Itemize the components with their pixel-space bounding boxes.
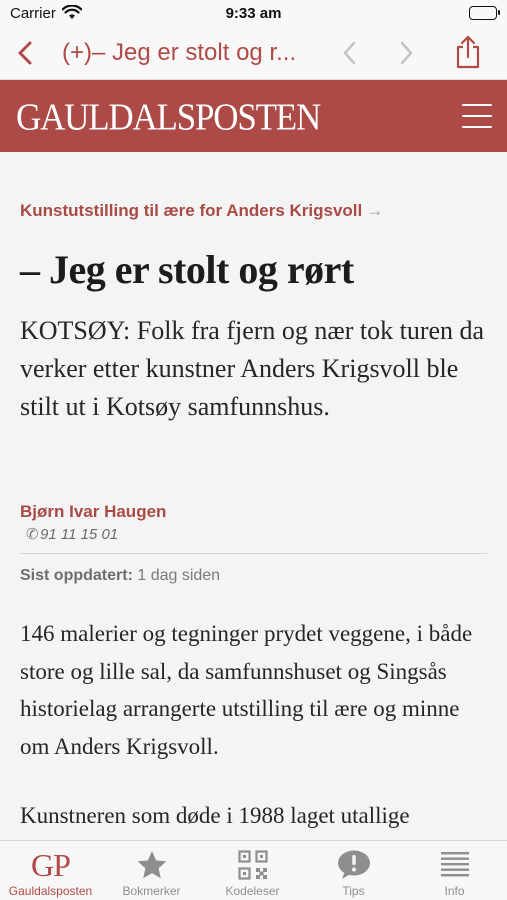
article-paragraph: Kunstneren som døde i 1988 laget utallig… (20, 803, 410, 828)
article-paragraph: 146 malerier og tegninger prydet veggene… (20, 621, 473, 759)
status-bar: Carrier 9:33 am (0, 0, 507, 28)
share-icon[interactable] (452, 34, 484, 70)
kicker-text: Kunstutstilling til ære for Anders Krigs… (20, 201, 363, 220)
tab-kodeleser[interactable]: Kodeleser (202, 841, 303, 900)
last-updated: Sist oppdatert: 1 dag siden (20, 567, 220, 585)
article-content[interactable]: Kunstutstilling til ære for Anders Krigs… (0, 152, 507, 840)
tab-label: Kodeleser (225, 884, 280, 898)
navigation-bar: (+)– Jeg er stolt og r... (0, 28, 507, 80)
article-headline: – Jeg er stolt og rørt (20, 247, 354, 292)
back-chevron-icon[interactable] (12, 38, 40, 68)
gp-logo-icon: GP (31, 847, 71, 883)
list-icon (440, 852, 469, 877)
qr-code-icon (237, 850, 268, 880)
star-icon (137, 851, 166, 879)
arrow-right-icon: → (366, 201, 384, 220)
tab-label: Gauldalsposten (8, 884, 93, 898)
previous-article-icon[interactable] (338, 38, 362, 68)
clock: 9:33 am (225, 5, 282, 22)
tab-bar: GP Gauldalsposten Bokmerker Kodeleser Ti… (0, 840, 507, 900)
tab-gauldalsposten[interactable]: GP Gauldalsposten (0, 841, 101, 900)
tab-label: Bokmerker (122, 884, 181, 898)
tab-bokmerker[interactable]: Bokmerker (101, 841, 202, 900)
tab-label: Info (444, 884, 465, 898)
author-name[interactable]: Bjørn Ivar Haugen (20, 502, 166, 522)
updated-label: Sist oppdatert: (20, 567, 133, 584)
speech-bubble-icon (337, 850, 370, 879)
next-article-icon[interactable] (394, 38, 418, 68)
hamburger-menu-icon[interactable] (462, 104, 492, 128)
updated-value: 1 dag siden (137, 567, 221, 584)
nav-title: (+)– Jeg er stolt og r... (62, 39, 297, 66)
tab-tips[interactable]: Tips (303, 841, 404, 900)
phone-number: 91 11 15 01 (40, 526, 119, 543)
article-lead: KOTSØY: Folk fra fjern og nær tok turen … (20, 316, 485, 421)
article-kicker-link[interactable]: Kunstutstilling til ære for Anders Krigs… (20, 201, 383, 221)
author-phone[interactable]: ✆91 11 15 01 (26, 525, 118, 543)
phone-icon: ✆ (26, 526, 39, 543)
masthead: GAULDALSPOSTEN (0, 80, 507, 152)
battery-icon (469, 6, 500, 20)
newspaper-logo[interactable]: GAULDALSPOSTEN (16, 96, 321, 139)
tab-info[interactable]: Info (404, 841, 505, 900)
tab-label: Tips (342, 884, 365, 898)
divider (20, 553, 487, 554)
